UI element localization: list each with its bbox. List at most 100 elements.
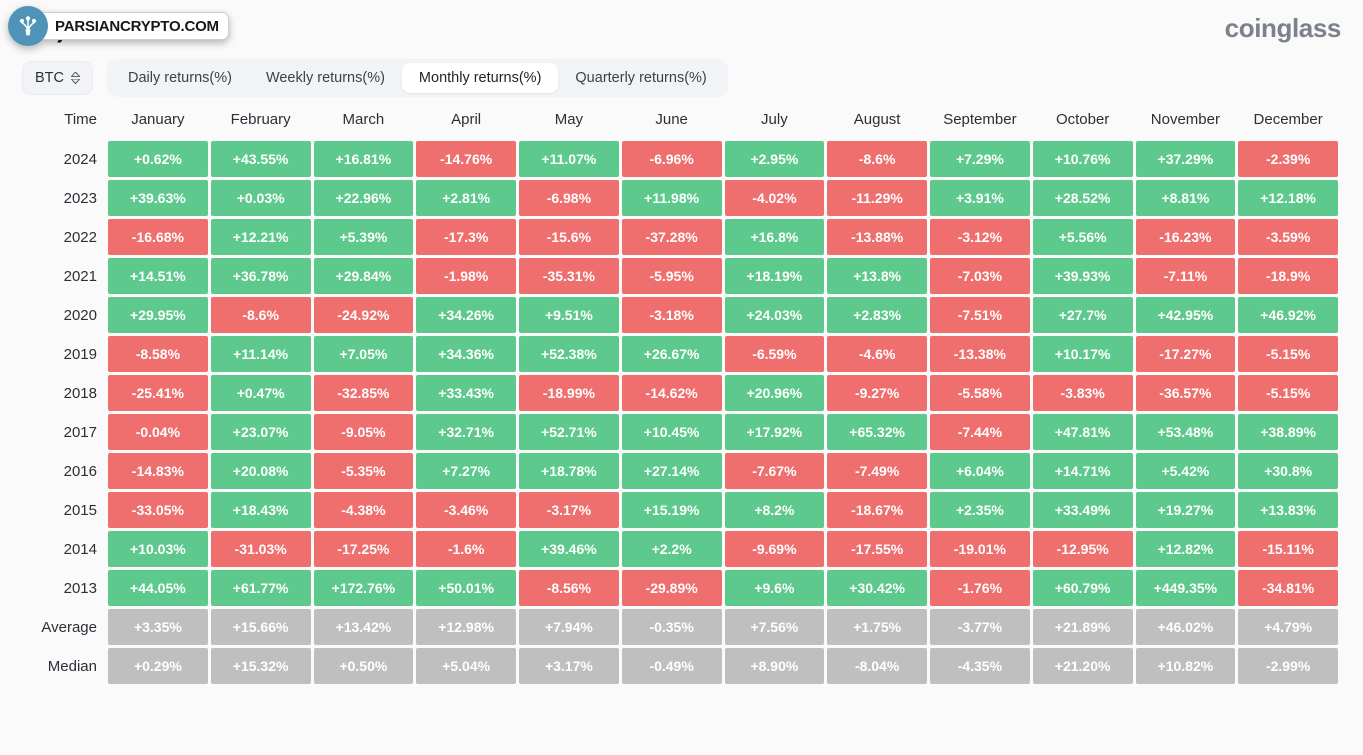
return-cell: -5.95%: [621, 258, 722, 294]
table-row: 2017 -0.04% +23.07% -9.05% +32.71% +52.71% +10…: [25, 414, 1338, 450]
return-cell: +28.52%: [1032, 180, 1133, 216]
return-cell: +19.27%: [1135, 492, 1236, 528]
return-cell: +52.71%: [519, 414, 619, 450]
table-row: 2013 +44.05% +61.77% +172.76% +50.01% -8.56% -…: [25, 570, 1338, 606]
return-cell: -8.6%: [210, 297, 311, 333]
row-label: 2021: [63, 267, 97, 285]
return-cell: +30.8%: [1238, 453, 1338, 489]
table-row: 2024 +0.62% +43.55% +16.81% -14.76% +11.07% -6…: [25, 141, 1338, 177]
return-cell: +0.50%: [313, 648, 414, 684]
return-cell: -9.69%: [724, 531, 825, 567]
row-label: Median: [47, 657, 97, 675]
return-cell: +9.51%: [519, 297, 619, 333]
return-cell: -8.56%: [519, 570, 619, 606]
return-cell: +10.76%: [1032, 141, 1133, 177]
return-cell: -6.98%: [519, 180, 619, 216]
return-cell: -19.01%: [930, 531, 1030, 567]
return-cell: +18.19%: [724, 258, 825, 294]
return-cell: +9.6%: [724, 570, 825, 606]
return-cell: +4.79%: [1238, 609, 1338, 645]
return-cell: +23.07%: [210, 414, 311, 450]
row-label: 2020: [63, 306, 97, 324]
return-cell: +5.39%: [313, 219, 414, 255]
return-cell: -36.57%: [1135, 375, 1236, 411]
return-cell: -3.77%: [930, 609, 1030, 645]
returns-period-tabs: Daily returns(%) Weekly returns(%) Month…: [107, 59, 728, 97]
tab-daily-returns[interactable]: Daily returns(%): [111, 63, 249, 93]
column-header-december: December: [1253, 111, 1323, 128]
return-cell: -4.35%: [930, 648, 1030, 684]
return-cell: -0.35%: [621, 609, 722, 645]
return-cell: -15.6%: [519, 219, 619, 255]
return-cell: -8.6%: [827, 141, 927, 177]
return-cell: +34.26%: [416, 297, 516, 333]
return-cell: +27.14%: [621, 453, 722, 489]
return-cell: +2.2%: [621, 531, 722, 567]
return-cell: +29.84%: [313, 258, 414, 294]
table-row: 2015 -33.05% +18.43% -4.38% -3.46% -3.17% +15.…: [25, 492, 1338, 528]
return-cell: +12.82%: [1135, 531, 1236, 567]
return-cell: +5.04%: [416, 648, 516, 684]
return-cell: +22.96%: [313, 180, 414, 216]
return-cell: -3.18%: [621, 297, 722, 333]
symbol-select[interactable]: BTC: [22, 61, 93, 95]
return-cell: +26.67%: [621, 336, 722, 372]
return-cell: +12.98%: [416, 609, 516, 645]
return-cell: -7.67%: [724, 453, 825, 489]
return-cell: +7.29%: [930, 141, 1030, 177]
return-cell: +13.8%: [827, 258, 927, 294]
return-cell: +6.04%: [930, 453, 1030, 489]
return-cell: +18.43%: [210, 492, 311, 528]
return-cell: +13.42%: [313, 609, 414, 645]
column-header-march: March: [342, 111, 385, 128]
return-cell: +32.71%: [416, 414, 516, 450]
return-cell: +14.51%: [108, 258, 208, 294]
column-header-time: Time: [64, 111, 97, 128]
row-label: 2022: [63, 228, 97, 246]
tab-quarterly-returns[interactable]: Quarterly returns(%): [558, 63, 723, 93]
return-cell: +1.75%: [827, 609, 927, 645]
return-cell: -17.3%: [416, 219, 516, 255]
return-cell: +24.03%: [724, 297, 825, 333]
return-cell: -3.59%: [1238, 219, 1338, 255]
return-cell: +7.27%: [416, 453, 516, 489]
return-cell: +10.17%: [1032, 336, 1133, 372]
return-cell: +2.95%: [724, 141, 825, 177]
table-row: 2023 +39.63% +0.03% +22.96% +2.81% -6.98% +11.…: [25, 180, 1338, 216]
return-cell: -4.38%: [313, 492, 414, 528]
return-cell: +50.01%: [416, 570, 516, 606]
return-cell: +0.29%: [108, 648, 208, 684]
return-cell: +10.82%: [1135, 648, 1236, 684]
column-header-may: May: [554, 111, 584, 128]
return-cell: -37.28%: [621, 219, 722, 255]
return-cell: +16.81%: [313, 141, 414, 177]
return-cell: +12.21%: [210, 219, 311, 255]
column-header-october: October: [1055, 111, 1110, 128]
column-header-january: January: [131, 111, 185, 128]
return-cell: -6.96%: [621, 141, 722, 177]
return-cell: +38.89%: [1238, 414, 1338, 450]
return-cell: +39.63%: [108, 180, 208, 216]
return-cell: -3.17%: [519, 492, 619, 528]
row-label: Average: [41, 618, 97, 636]
return-cell: -4.6%: [827, 336, 927, 372]
return-cell: -33.05%: [108, 492, 208, 528]
tab-weekly-returns[interactable]: Weekly returns(%): [249, 63, 402, 93]
return-cell: -5.35%: [313, 453, 414, 489]
return-cell: +47.81%: [1032, 414, 1133, 450]
return-cell: -29.89%: [621, 570, 722, 606]
return-cell: +3.91%: [930, 180, 1030, 216]
monthly-returns-table: Time January February March April May June July…: [22, 100, 1341, 687]
return-cell: +8.90%: [724, 648, 825, 684]
tab-monthly-returns[interactable]: Monthly returns(%): [401, 63, 559, 93]
return-cell: +60.79%: [1032, 570, 1133, 606]
return-cell: +39.93%: [1032, 258, 1133, 294]
return-cell: -11.29%: [827, 180, 927, 216]
return-cell: -15.11%: [1238, 531, 1338, 567]
row-label: 2014: [63, 540, 97, 558]
return-cell: -2.39%: [1238, 141, 1338, 177]
return-cell: +34.36%: [416, 336, 516, 372]
row-label: 2019: [63, 345, 97, 363]
controls-bar: BTC Daily returns(%) Weekly returns(%) M…: [0, 56, 1363, 100]
table-header: Time January February March April May June July…: [25, 103, 1338, 138]
